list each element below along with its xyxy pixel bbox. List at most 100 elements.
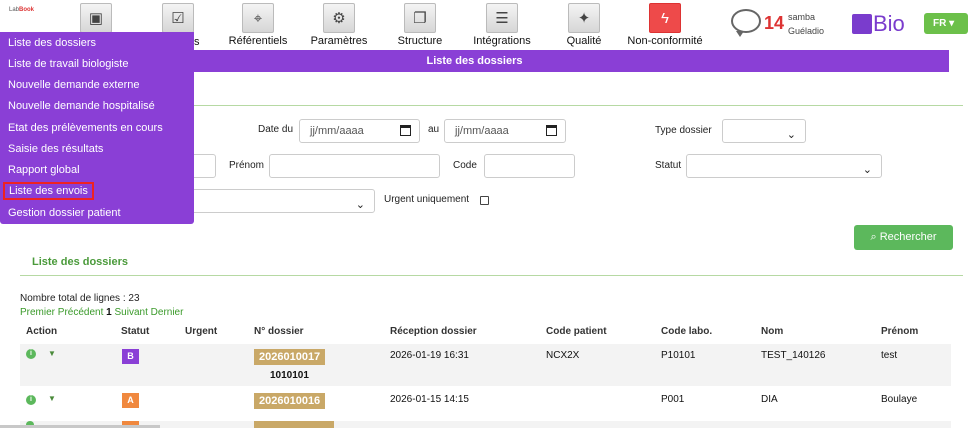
date-from-placeholder: jj/mm/aaaa [310,125,364,137]
table-row[interactable]: i ▼ B 2026010017 1010101 2026-01-19 16:3… [20,344,951,386]
col-urgent: Urgent [185,326,218,337]
col-code-patient: Code patient [546,326,607,337]
patient-nom: TEST_140126 [761,350,826,361]
menu-item-nouvelle-demande-hospitalise[interactable]: Nouvelle demande hospitalisé [8,100,155,112]
logo-text-lab: Lab [9,7,20,13]
nav-dossiers[interactable]: ▣ [78,3,114,35]
documents-icon: ❐ [404,3,436,33]
notification-count[interactable]: 14 [764,13,784,34]
logo-text-book: Book [19,7,35,13]
col-action: Action [26,326,58,337]
statut-select[interactable]: ⌄ [686,154,882,178]
inbox-icon: ▣ [80,3,112,33]
pager-first[interactable]: Premier [20,307,55,318]
date-from-label: Date du [258,124,294,135]
pager-prev[interactable]: Précédent [58,307,104,318]
col-dossier: N° dossier [254,326,304,337]
bio-logo-text: Bio [873,11,905,36]
dossier-number[interactable]: 2026010017 [254,349,326,365]
filter-select[interactable]: ⌄ [190,189,375,213]
status-badge: A [122,393,139,408]
dossier-number[interactable]: 2026010016 [254,393,326,409]
prenom-input[interactable] [269,154,440,178]
user-last-name: Guéladio [788,26,825,36]
calendar-icon[interactable] [546,125,557,136]
language-label: FR [933,18,947,29]
search-icon: ⌕ [870,231,877,243]
type-dossier-label: Type dossier [655,125,712,136]
menu-item-etat-prelevements[interactable]: Etat des prélèvements en cours [8,122,163,134]
nav-label: Paramètres [310,35,368,47]
menu-item-liste-travail-biologiste[interactable]: Liste de travail biologiste [8,58,128,70]
prenom-label: Prénom [229,160,265,171]
menu-item-nouvelle-demande-externe[interactable]: Nouvelle demande externe [8,79,139,91]
code-labo: P10101 [661,350,696,361]
nav-label: Qualité [566,35,602,47]
code-label: Code [453,160,477,171]
gears-icon: ⚙ [323,3,355,33]
total-count: Nombre total de lignes : 23 [20,293,140,304]
date-from-input[interactable]: jj/mm/aaaa [299,119,420,143]
reception-date: 2026-01-15 14:15 [390,394,469,405]
chevron-down-icon: ⌄ [786,129,796,141]
nav-non-conformite[interactable]: ϟ Non-conformité [624,3,706,47]
dossier-sub-number: 1010101 [270,370,309,381]
nav-label: Référentiels [228,35,288,47]
nav-referentiels[interactable]: ⌖ Référentiels [225,3,291,47]
table-row[interactable]: i ▼ A 2026010016 2026-01-15 14:15 P001 D… [20,387,951,420]
nav-label: Intégrations [473,35,531,47]
menu-item-liste-envois[interactable]: Liste des envois [3,182,94,200]
menu-item-rapport-global[interactable]: Rapport global [8,164,80,176]
code-input[interactable] [484,154,575,178]
statut-label: Statut [655,160,682,171]
col-prenom: Prénom [881,326,919,337]
menu-item-gestion-dossier-patient[interactable]: Gestion dossier patient [8,207,121,219]
urgent-checkbox[interactable] [480,196,489,205]
nav-label: Structure [397,35,443,47]
nav-structure[interactable]: ❐ Structure [392,3,448,47]
bio-logo: Bio [852,11,905,37]
date-to-label: au [428,124,440,135]
caret-down-icon[interactable]: ▼ [48,394,56,403]
info-icon[interactable]: i [26,349,36,359]
info-icon[interactable]: i [26,395,36,405]
dossier-number [254,421,334,428]
nav-integrations[interactable]: ☰ Intégrations [469,3,535,47]
date-to-input[interactable]: jj/mm/aaaa [444,119,566,143]
nav-parametres[interactable]: ⚙ Paramètres [307,3,371,47]
pager-next[interactable]: Suivant [115,307,148,318]
pager-last[interactable]: Dernier [151,307,184,318]
col-statut: Statut [121,326,150,337]
col-nom: Nom [761,326,784,337]
map-pin-icon: ⌖ [242,3,274,33]
search-button[interactable]: ⌕ Rechercher [854,225,953,250]
chevron-down-icon: ⌄ [862,164,872,176]
clipboard-check-icon: ☑ [162,3,194,33]
calendar-icon[interactable] [400,125,411,136]
chevron-down-icon: ⌄ [355,199,365,211]
dossiers-dropdown-menu: Liste des dossiers Liste de travail biol… [0,32,194,224]
search-button-label: Rechercher [879,231,937,243]
nav-label: s [194,36,200,48]
code-labo: P001 [661,394,685,405]
patient-nom: DIA [761,394,778,405]
date-to-placeholder: jj/mm/aaaa [455,125,509,137]
language-dropdown[interactable]: FR ▾ [924,13,968,34]
labbook-logo[interactable]: LabBook [9,7,34,13]
col-code-labo: Code labo. [661,326,713,337]
patient-prenom: test [881,350,898,361]
satellite-icon: ✦ [568,3,600,33]
lightning-icon: ϟ [649,3,681,33]
divider [20,275,963,276]
caret-down-icon[interactable]: ▼ [48,349,56,358]
user-first-name: samba [788,12,816,22]
status-badge: B [122,349,139,364]
type-dossier-select[interactable]: ⌄ [722,119,806,143]
col-reception: Réception dossier [390,326,477,337]
nav-biologie[interactable]: ☑ s [160,3,200,48]
chat-bubble-icon[interactable] [731,9,761,37]
caret-down-icon: ▾ [949,18,955,29]
menu-item-liste-dossiers[interactable]: Liste des dossiers [8,37,96,49]
nav-qualite[interactable]: ✦ Qualité [562,3,606,47]
menu-item-saisie-resultats[interactable]: Saisie des résultats [8,143,103,155]
